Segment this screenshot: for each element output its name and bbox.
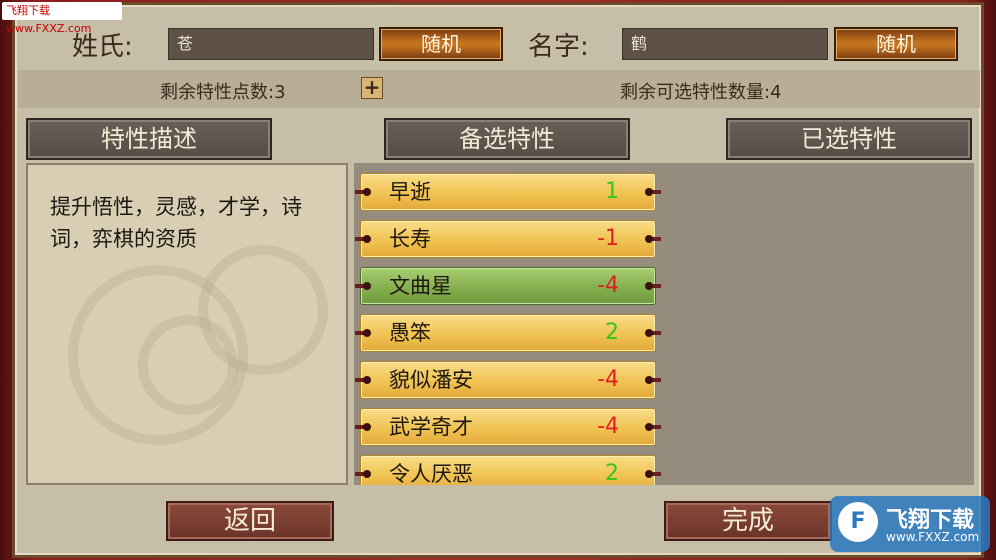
knob-left (363, 470, 371, 478)
logo-icon: F (838, 502, 878, 542)
knob-right (645, 235, 653, 243)
trait-value: 2 (605, 320, 619, 345)
tab-candidate[interactable]: 备选特性 (384, 118, 630, 160)
tab-description-label: 特性描述 (101, 125, 197, 153)
knob-left (363, 282, 371, 290)
knob-right (645, 423, 653, 431)
trait-item-selected[interactable]: 文曲星 -4 (355, 267, 661, 305)
knob-right (645, 329, 653, 337)
knob-left (363, 188, 371, 196)
knob-left (363, 376, 371, 384)
tab-description[interactable]: 特性描述 (26, 118, 272, 160)
logo-url: www.FXXZ.com (886, 530, 980, 544)
knob-right (645, 470, 653, 478)
trait-value: -4 (597, 414, 619, 439)
done-button[interactable]: 完成 (664, 501, 832, 541)
trait-value: 1 (605, 179, 619, 204)
trait-value: -4 (597, 367, 619, 392)
plus-icon: + (363, 75, 381, 99)
knob-left (363, 423, 371, 431)
trait-value: -4 (597, 273, 619, 298)
name-label: 名字: (528, 32, 589, 62)
knob-right (645, 376, 653, 384)
trait-list-area: 早逝 1 长寿 -1 文曲星 -4 愚笨 2 貌似潘安 -4 武学奇才 -4 令… (354, 163, 974, 485)
trait-name: 武学奇才 (389, 415, 473, 439)
trait-name: 貌似潘安 (389, 368, 473, 392)
knob-right (645, 188, 653, 196)
description-box: 提升悟性，灵感，才学，诗词，弈棋的资质 (26, 163, 348, 485)
tab-selected-label: 已选特性 (801, 125, 897, 153)
trait-item[interactable]: 令人厌恶 2 (355, 455, 661, 485)
trait-name: 文曲星 (389, 274, 452, 298)
name-input[interactable]: 鹤 (622, 28, 828, 60)
trait-item[interactable]: 长寿 -1 (355, 220, 661, 258)
knob-right (645, 282, 653, 290)
trait-value: -1 (597, 226, 619, 251)
remaining-points-label: 剩余特性点数:3 (160, 82, 286, 103)
knob-left (363, 329, 371, 337)
trait-name: 早逝 (389, 180, 431, 204)
remaining-selectable-label: 剩余可选特性数量:4 (620, 82, 782, 103)
trait-item[interactable]: 愚笨 2 (355, 314, 661, 352)
tab-selected[interactable]: 已选特性 (726, 118, 972, 160)
random-surname-button[interactable]: 随机 (379, 27, 503, 61)
knob-left (363, 235, 371, 243)
site-watermark: 飞翔下载 www.FXXZ.com (2, 2, 122, 35)
cloud-ornament (198, 245, 328, 375)
random-name-button[interactable]: 随机 (834, 27, 958, 61)
trait-item[interactable]: 貌似潘安 -4 (355, 361, 661, 399)
trait-value: 2 (605, 461, 619, 485)
trait-item[interactable]: 武学奇才 -4 (355, 408, 661, 446)
trait-name: 长寿 (389, 227, 431, 251)
back-button[interactable]: 返回 (166, 501, 334, 541)
trait-name: 令人厌恶 (389, 462, 473, 485)
trait-name: 愚笨 (389, 321, 431, 345)
tab-candidate-label: 备选特性 (459, 125, 555, 153)
description-text: 提升悟性，灵感，才学，诗词，弈棋的资质 (50, 195, 302, 251)
selected-trait-list (674, 163, 970, 485)
trait-item[interactable]: 早逝 1 (355, 173, 661, 211)
add-points-button[interactable]: + (361, 77, 383, 99)
surname-input[interactable]: 苍 (168, 28, 374, 60)
site-logo: F 飞翔下载 www.FXXZ.com (830, 496, 990, 552)
